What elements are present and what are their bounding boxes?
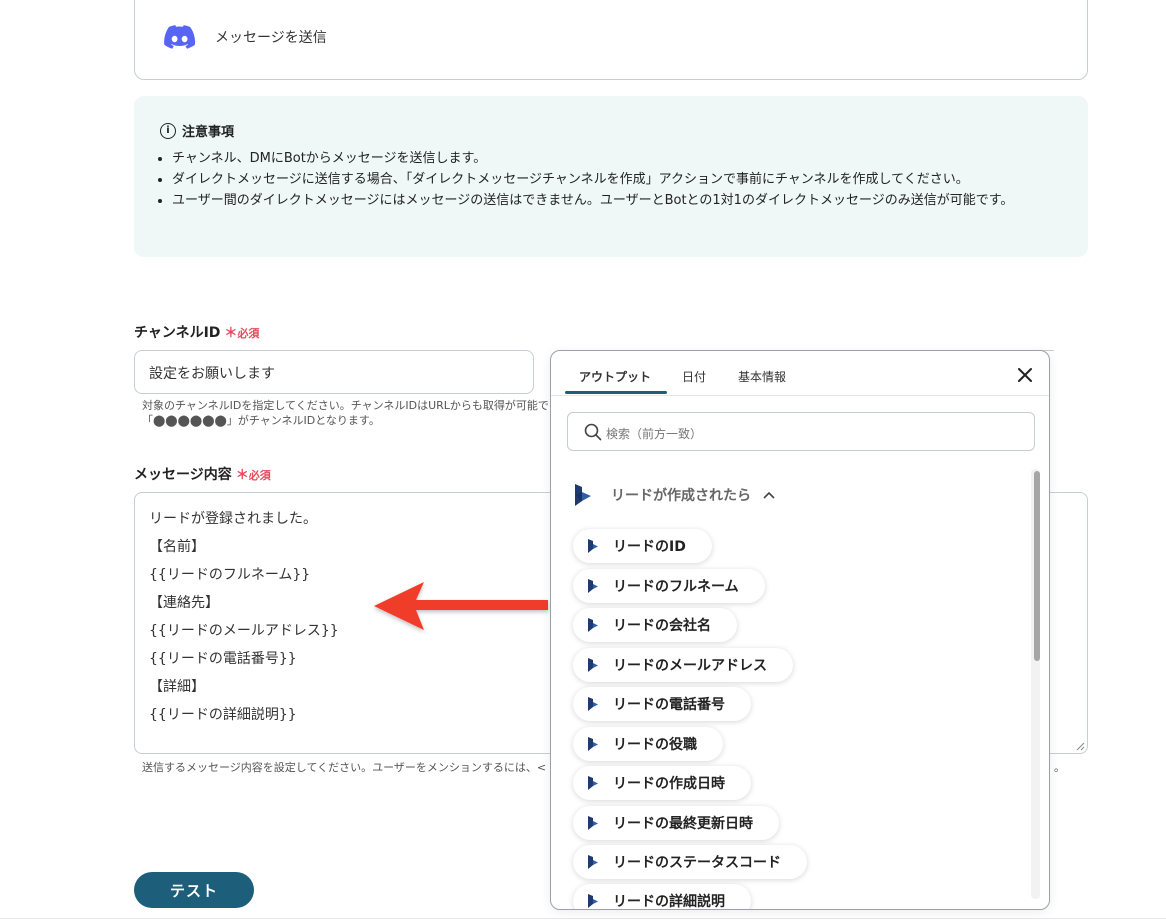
output-item[interactable]: リードのメールアドレス xyxy=(573,648,793,682)
output-item-label: リードのメールアドレス xyxy=(613,658,767,674)
dynamics-icon xyxy=(588,697,598,711)
message-line: 【連絡先】 xyxy=(149,595,219,611)
divider xyxy=(0,918,1166,919)
output-picker-popup: アウトプット 日付 基本情報 検索（前方一致） リードが作成されたら リードのI… xyxy=(550,350,1050,910)
output-item-label: リードのID xyxy=(613,539,686,555)
search-icon xyxy=(584,423,602,441)
channel-id-label-text: チャンネルID xyxy=(134,325,221,341)
scrollbar-thumb[interactable] xyxy=(1034,471,1040,661)
chevron-up-icon[interactable] xyxy=(763,491,775,499)
discord-icon xyxy=(164,25,196,49)
tab-basic-info[interactable]: 基本情報 xyxy=(738,368,786,385)
notice-title-text: 注意事項 xyxy=(182,125,235,140)
output-item[interactable]: リードのステータスコード xyxy=(573,845,807,879)
output-item-label: リードのステータスコード xyxy=(613,855,781,871)
message-line: 【詳細】 xyxy=(149,679,205,695)
tab-output[interactable]: アウトプット xyxy=(579,368,651,385)
channel-id-help: 対象のチャンネルIDを指定してください。チャンネルIDはURLからも取得が可能で… xyxy=(142,398,549,428)
arrow-icon xyxy=(374,582,548,630)
tab-underline xyxy=(565,391,667,394)
output-item[interactable]: リードの作成日時 xyxy=(573,766,751,800)
output-item-label: リードの電話番号 xyxy=(613,697,725,713)
channel-id-label: チャンネルID ＊必須 xyxy=(134,322,259,342)
action-card[interactable]: メッセージを送信 xyxy=(134,0,1088,80)
resize-handle-icon[interactable] xyxy=(1075,741,1085,751)
output-item[interactable]: リードの最終更新日時 xyxy=(573,806,779,840)
dynamics-icon xyxy=(588,658,598,672)
action-label: メッセージを送信 xyxy=(215,30,327,46)
message-content: リードが登録されました。 【名前】 {{リードのフルネーム}} 【連絡先】 {{… xyxy=(149,505,339,729)
dynamics-icon xyxy=(575,484,591,506)
info-icon: i xyxy=(160,122,176,139)
message-help: 送信するメッセージ内容を設定してください。ユーザーをメンションするには、< xyxy=(142,761,547,774)
dynamics-icon xyxy=(588,855,598,869)
output-item[interactable]: リードのフルネーム xyxy=(573,569,765,603)
output-item[interactable]: リードの電話番号 xyxy=(573,687,751,721)
dynamics-icon xyxy=(588,618,598,632)
message-line: {{リードのフルネーム}} xyxy=(149,567,311,583)
tab-date[interactable]: 日付 xyxy=(682,368,706,385)
dynamics-icon xyxy=(588,539,598,553)
notice-item: チャンネル、DMにBotからメッセージを送信します。 xyxy=(172,148,1062,169)
search-placeholder: 検索（前方一致） xyxy=(606,427,703,441)
required-badge: ＊必須 xyxy=(235,468,271,483)
message-line: {{リードの電話番号}} xyxy=(149,651,297,667)
output-item[interactable]: リードの会社名 xyxy=(573,608,737,642)
output-item-label: リードの詳細説明 xyxy=(613,894,725,910)
popup-tabs: アウトプット 日付 基本情報 xyxy=(551,351,1049,396)
output-item-label: リードの最終更新日時 xyxy=(613,816,753,832)
message-line: 【名前】 xyxy=(149,539,205,555)
notice-item: ユーザー間のダイレクトメッセージにはメッセージの送信はできません。ユーザーとBo… xyxy=(172,190,1062,211)
output-item-label: リードのフルネーム xyxy=(613,579,739,595)
output-item[interactable]: リードのID xyxy=(573,529,712,563)
notice-box: i 注意事項 チャンネル、DMにBotからメッセージを送信します。 ダイレクトメ… xyxy=(134,96,1088,257)
notice-title: i 注意事項 xyxy=(160,121,234,140)
message-line: {{リードの詳細説明}} xyxy=(149,707,297,723)
channel-id-input[interactable]: 設定をお願いします xyxy=(134,350,534,394)
dynamics-icon xyxy=(588,776,598,790)
message-line: リードが登録されました。 xyxy=(149,511,317,527)
group-title: リードが作成されたら xyxy=(611,488,751,504)
output-item[interactable]: リードの詳細説明 xyxy=(573,884,751,910)
message-line: {{リードのメールアドレス}} xyxy=(149,623,339,639)
dynamics-icon xyxy=(588,737,598,751)
notice-item: ダイレクトメッセージに送信する場合、「ダイレクトメッセージチャンネルを作成」アク… xyxy=(172,169,1062,190)
test-button[interactable]: テスト xyxy=(134,872,254,908)
message-label: メッセージ内容 ＊必須 xyxy=(134,464,271,484)
notice-list: チャンネル、DMにBotからメッセージを送信します。 ダイレクトメッセージに送信… xyxy=(172,148,1062,211)
dynamics-icon xyxy=(588,579,598,593)
group-header[interactable]: リードが作成されたら xyxy=(573,483,775,507)
output-item-label: リードの会社名 xyxy=(613,618,711,634)
output-item[interactable]: リードの役職 xyxy=(573,727,723,761)
required-badge: ＊必須 xyxy=(224,326,260,341)
output-item-label: リードの作成日時 xyxy=(613,776,725,792)
dynamics-icon xyxy=(588,894,598,908)
dynamics-icon xyxy=(588,816,598,830)
close-icon[interactable] xyxy=(1015,365,1035,385)
search-input[interactable]: 検索（前方一致） xyxy=(567,412,1035,451)
channel-id-help-line1: 対象のチャンネルIDを指定してください。チャンネルIDはURLからも取得が可能で xyxy=(142,399,549,412)
message-help-tail: 。 xyxy=(1054,761,1065,774)
channel-id-help-line2: 「⬤⬤⬤⬤⬤⬤」がチャンネルIDとなります。 xyxy=(142,414,380,427)
output-item-label: リードの役職 xyxy=(613,737,697,753)
message-label-text: メッセージ内容 xyxy=(134,467,232,483)
